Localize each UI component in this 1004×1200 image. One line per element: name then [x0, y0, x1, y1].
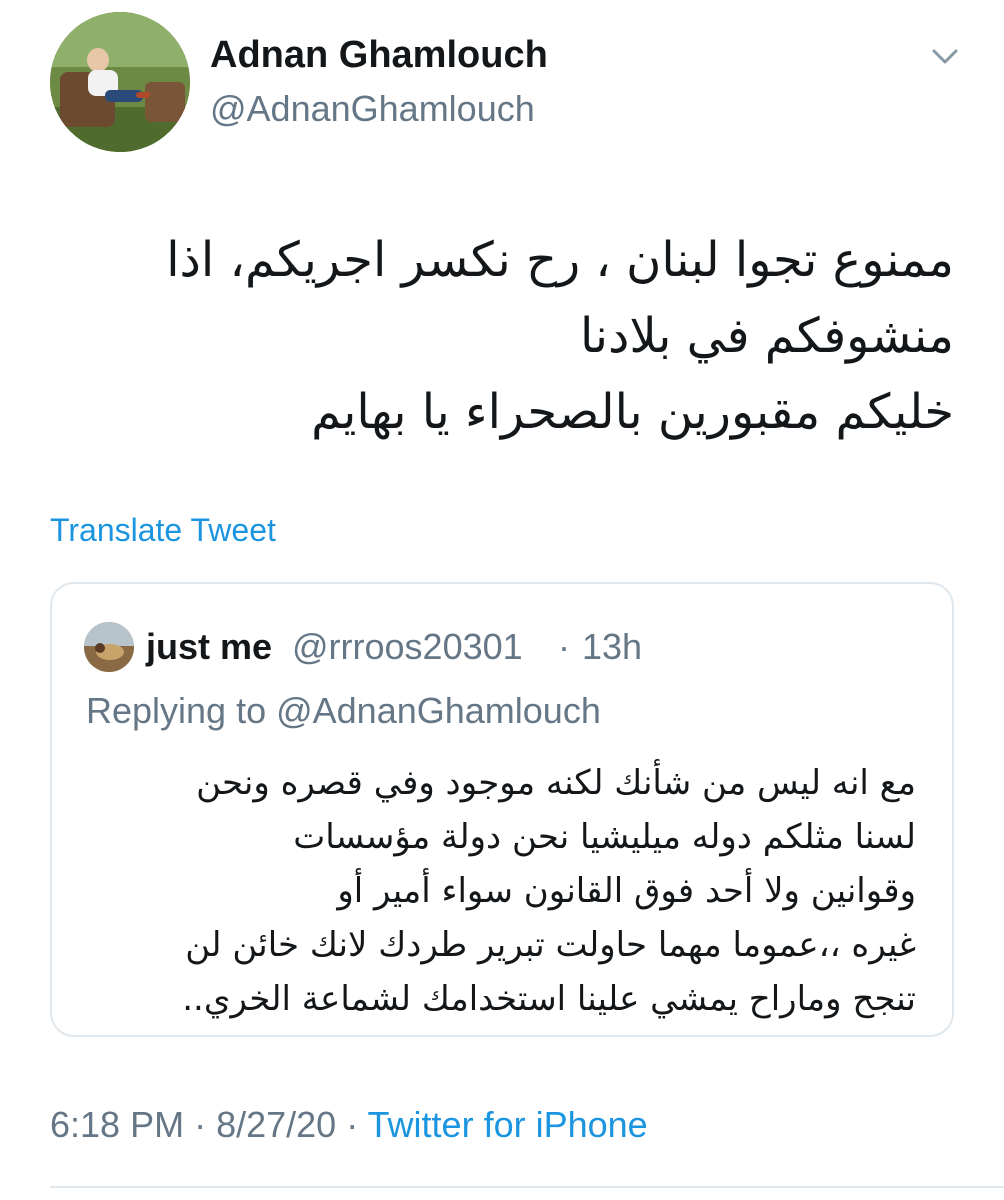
quoted-line: غيره ،،عموما مهما حاولت تبرير طردك لانك …	[185, 925, 916, 965]
divider	[50, 1186, 1004, 1188]
quoted-handle[interactable]: @rrroos20301	[292, 626, 523, 668]
tweet-metadata: 6:18 PM · 8/27/20 · Twitter for iPhone	[50, 1104, 648, 1146]
dot-separator: ·	[336, 1104, 368, 1145]
quoted-tweet-card[interactable]: just me @rrroos20301 · 13h Replying to @…	[50, 582, 954, 1037]
tweet-line: خليكم مقبورين بالصحراء يا بهايم	[311, 384, 954, 440]
quoted-line: وقوانين ولا أحد فوق القانون سواء أمير أو	[337, 871, 916, 911]
profile-photo-icon	[50, 12, 190, 152]
tweet-text: ممنوع تجوا لبنان ، رح نكسر اجريكم، اذا م…	[54, 222, 954, 450]
author-display-name[interactable]: Adnan Ghamlouch	[210, 34, 548, 77]
author-avatar[interactable]	[50, 12, 190, 152]
quoted-tweet-text: مع انه ليس من شأنك لكنه موجود وفي قصره و…	[76, 756, 916, 1026]
translate-tweet-link[interactable]: Translate Tweet	[50, 512, 276, 549]
chevron-down-icon[interactable]	[928, 42, 962, 70]
dot-separator: ·	[558, 626, 570, 667]
tweet-time[interactable]: 6:18 PM	[50, 1104, 184, 1145]
author-handle[interactable]: @AdnanGhamlouch	[210, 88, 535, 130]
dot-separator: ·	[184, 1104, 217, 1145]
profile-photo-icon	[84, 622, 134, 672]
tweet-source-link[interactable]: Twitter for iPhone	[368, 1104, 648, 1145]
tweet-line: ممنوع تجوا لبنان ، رح نكسر اجريكم، اذا	[166, 232, 954, 288]
quoted-timestamp[interactable]: 13h	[582, 626, 642, 668]
replying-to-label: Replying to @AdnanGhamlouch	[86, 690, 601, 731]
tweet-line: منشوفكم في بلادنا	[579, 308, 954, 364]
quoted-line: مع انه ليس من شأنك لكنه موجود وفي قصره و…	[196, 763, 916, 803]
quoted-line: لسنا مثلكم دوله ميليشيا نحن دولة مؤسسات	[293, 817, 916, 857]
quoted-line: تنجح وماراح يمشي علينا استخدامك لشماعة ا…	[182, 979, 916, 1019]
quoted-display-name[interactable]: just me	[146, 626, 272, 668]
quoted-author-avatar[interactable]	[84, 622, 134, 672]
tweet-date[interactable]: 8/27/20	[216, 1104, 336, 1145]
